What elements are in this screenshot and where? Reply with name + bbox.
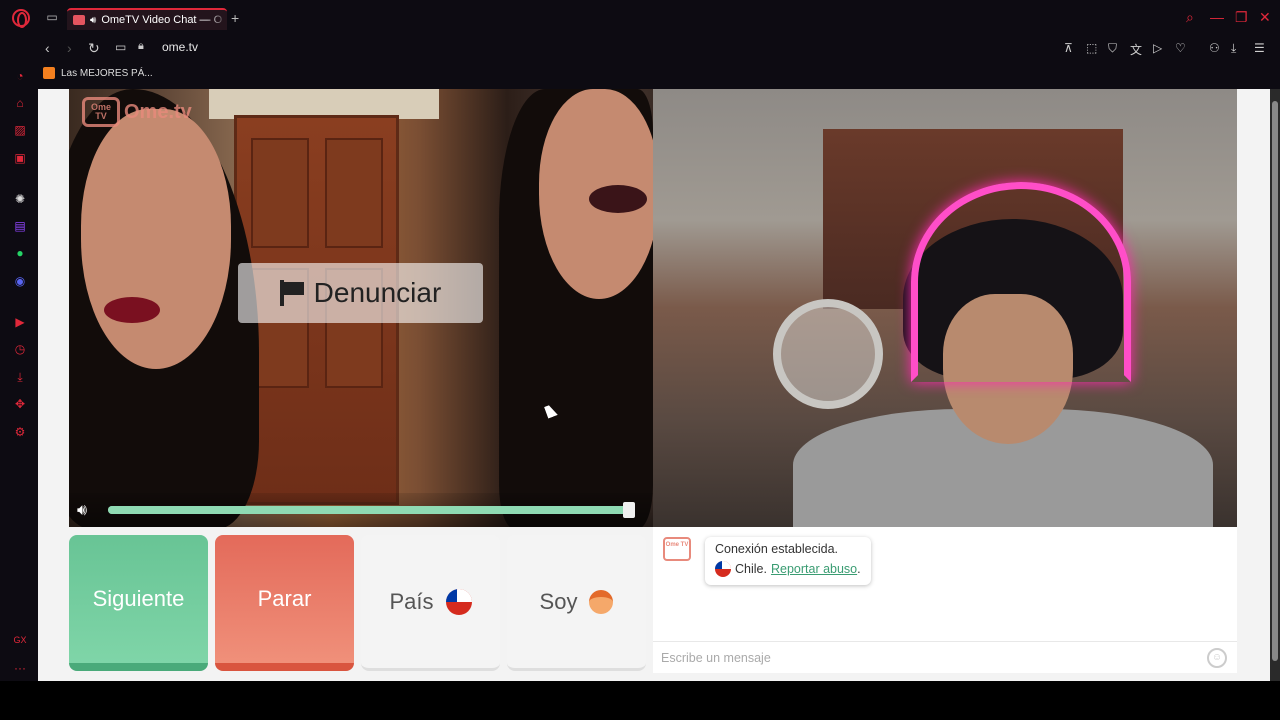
gx-corner-icon[interactable]: ⌂ — [12, 95, 28, 111]
bookmarks-bar: Las MEJORES PÁ... — [0, 64, 1280, 86]
bookmark-item[interactable]: Las MEJORES PÁ... — [43, 67, 153, 79]
downloads-icon[interactable]: ⤓ — [12, 369, 28, 385]
history-icon[interactable]: ◷ — [12, 341, 28, 357]
flag-icon — [279, 280, 304, 306]
chat-controls: Siguiente Parar País Soy — [69, 535, 653, 673]
forward-icon[interactable]: › — [67, 40, 72, 56]
gx-label[interactable]: GX — [12, 632, 28, 648]
back-icon[interactable]: ‹ — [45, 40, 50, 56]
heart-icon[interactable]: ♡ — [1175, 41, 1186, 55]
minimize-icon[interactable]: — — [1210, 9, 1224, 25]
message-input[interactable] — [661, 648, 1191, 668]
close-icon[interactable]: ✕ — [1259, 9, 1271, 26]
whatsapp-icon[interactable]: ● — [12, 245, 28, 261]
self-video — [653, 89, 1237, 527]
tab-strip: ▭ 🔊︎ OmeTV Video Chat — O + ⌕ — ❐ ✕ — [0, 0, 1280, 36]
report-label: Denunciar — [313, 277, 442, 308]
volume-bar: 🔊︎ — [69, 493, 653, 527]
send-icon[interactable]: ▷ — [1153, 41, 1162, 55]
ometv-favicon-icon — [73, 15, 85, 25]
ometv-logo-icon: Ome TV — [82, 97, 120, 127]
new-tab-button[interactable]: + — [231, 10, 239, 26]
volume-icon[interactable]: 🔊︎ — [77, 502, 87, 520]
chile-flag-icon — [715, 561, 731, 577]
person-face — [81, 109, 231, 369]
stranger-video[interactable]: Ome TV Ome.tv Denunciar 🔊︎ — [69, 89, 653, 527]
ometv-watermark: Ome TV Ome.tv — [82, 97, 192, 127]
report-abuse-link[interactable]: Reportar abuso — [771, 562, 857, 576]
address-bar: ‹ › ↻ ▭ 🔒︎ ome.tv ⊼ ⬚ ⛉ 文 ▷ ♡ ⚇ ⤓ ☰ — [0, 36, 1280, 64]
chatgpt-icon[interactable]: ✺ — [12, 191, 28, 207]
snapshot-icon[interactable]: ⬚ — [1086, 41, 1097, 55]
player-icon[interactable]: ▶ — [12, 314, 28, 330]
account-icon[interactable]: ⚇ — [1209, 41, 1220, 55]
settings-icon[interactable]: ⚙ — [12, 424, 28, 440]
door-panel — [251, 138, 309, 248]
extensions-icon[interactable]: ✥ — [12, 396, 28, 412]
stop-label: Parar — [257, 586, 312, 611]
volume-slider[interactable] — [108, 502, 635, 518]
report-button[interactable]: Denunciar — [238, 263, 483, 323]
boy-icon — [589, 589, 614, 614]
translate-icon[interactable]: 文 — [1130, 41, 1142, 58]
gx-tv-icon[interactable]: ▣ — [12, 150, 28, 166]
url-text[interactable]: ome.tv — [162, 40, 198, 54]
country-label: País — [389, 588, 434, 614]
page-scrollbar[interactable] — [1270, 89, 1280, 681]
next-button[interactable]: Siguiente — [69, 535, 208, 671]
restore-icon[interactable]: ❐ — [1235, 9, 1248, 26]
door-panel — [325, 138, 383, 248]
chile-flag-icon — [445, 588, 472, 615]
report-link-suffix: . — [857, 562, 861, 576]
speed-dial-icon[interactable]: ◔ — [12, 68, 28, 84]
tab-ometv[interactable]: 🔊︎ OmeTV Video Chat — O — [67, 8, 227, 30]
country-button[interactable]: País — [361, 535, 500, 671]
pin-icon[interactable]: ⊼ — [1064, 41, 1073, 55]
reload-icon[interactable]: ↻ — [88, 40, 100, 57]
taskbar-area — [0, 681, 1280, 720]
ometv-page: Ome TV Ome.tv Denunciar 🔊︎ Siguiente Par… — [38, 89, 1270, 681]
ometv-logo-icon: Ome TV — [663, 537, 691, 561]
country-name: Chile. — [735, 562, 767, 576]
tab-list-icon[interactable]: ▭ — [44, 10, 60, 26]
ometv-brand: Ome.tv — [124, 100, 192, 123]
system-message: Conexión establecida. Chile. Reportar ab… — [705, 537, 871, 585]
download-icon[interactable]: ⤓ — [1231, 41, 1236, 56]
sidebar: ◔ ⌂ ▨ ▣ ✺ ▤ ● ◉ ▶ ◷ ⤓ ✥ ⚙ GX ··· — [0, 64, 38, 684]
gender-label: Soy — [539, 588, 578, 614]
browser-window: ▭ 🔊︎ OmeTV Video Chat — O + ⌕ — ❐ ✕ ‹ › … — [0, 0, 1280, 720]
twitch-icon[interactable]: ▤ — [12, 218, 28, 234]
discord-icon[interactable]: ◉ — [12, 273, 28, 289]
scrollbar-thumb[interactable] — [1272, 101, 1278, 661]
connection-status: Conexión establecida. — [715, 542, 838, 556]
stop-button[interactable]: Parar — [215, 535, 354, 671]
video-fan — [773, 299, 883, 409]
menu-icon[interactable]: ☰ — [1254, 41, 1265, 55]
bookmark-label: Las MEJORES PÁ... — [61, 67, 153, 79]
person-lips — [589, 185, 647, 213]
camera-icon[interactable]: ▭ — [115, 40, 126, 54]
emoji-icon[interactable]: ☺ — [1207, 648, 1227, 668]
gender-button[interactable]: Soy — [507, 535, 646, 671]
tab-title: OmeTV Video Chat — O — [101, 14, 223, 26]
message-input-area: ☺ — [653, 641, 1237, 673]
volume-fill — [108, 506, 635, 514]
next-label: Siguiente — [92, 586, 185, 611]
chat-panel: Ome TV Conexión establecida. Chile. Repo… — [653, 527, 1237, 673]
blogger-icon — [43, 67, 55, 79]
shield-icon[interactable]: ⛉ — [1108, 41, 1117, 56]
more-icon[interactable]: ··· — [12, 660, 28, 676]
gx-cleaner-icon[interactable]: ▨ — [12, 122, 28, 138]
headset-glow — [911, 182, 1131, 382]
search-icon[interactable]: ⌕ — [1186, 9, 1194, 26]
volume-handle[interactable] — [623, 502, 635, 518]
person-lips — [104, 297, 160, 323]
lock-icon[interactable]: 🔒︎ — [138, 40, 144, 53]
speaker-icon[interactable]: 🔊︎ — [90, 15, 96, 26]
opera-gx-icon[interactable] — [12, 9, 30, 28]
country-line: Chile. Reportar abuso. — [715, 561, 861, 577]
